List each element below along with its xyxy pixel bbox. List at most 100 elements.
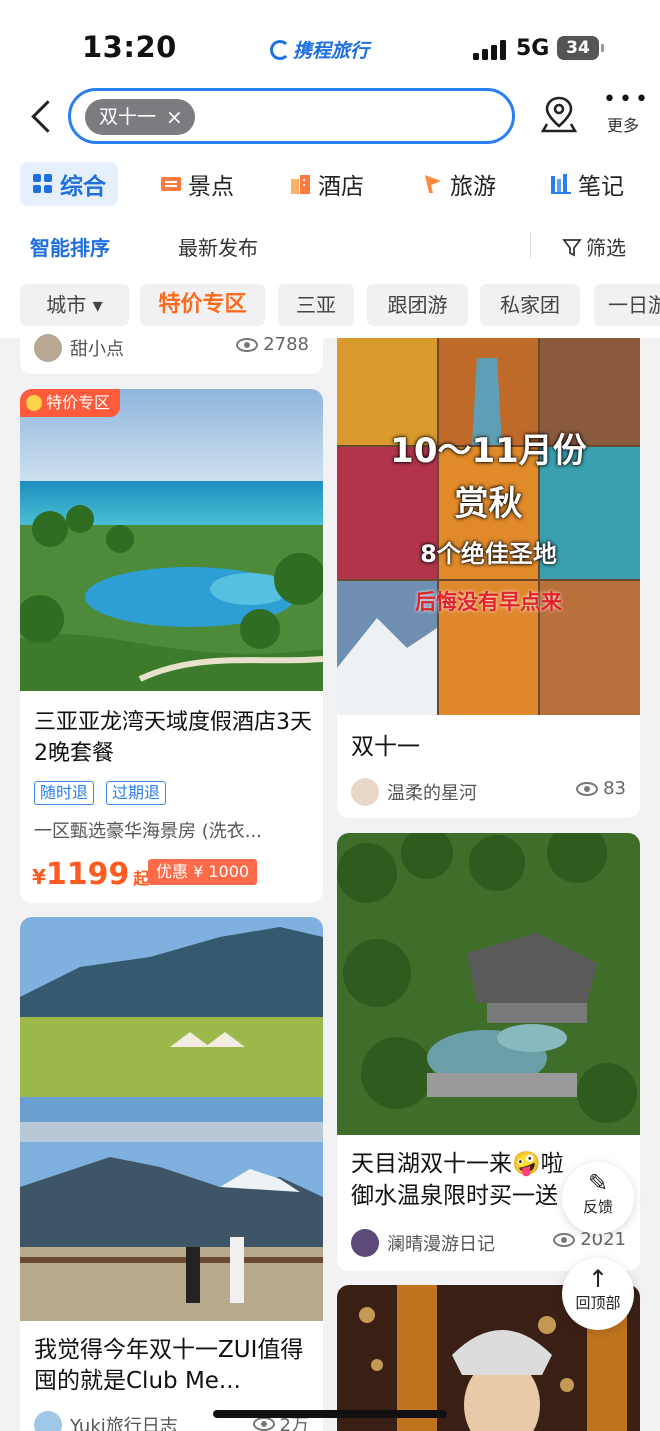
hotspring-forest-photo — [337, 833, 640, 1135]
eye-icon — [236, 337, 259, 352]
location-pin-icon[interactable] — [540, 94, 578, 134]
author-name: Yuki旅行日志 — [70, 1416, 178, 1431]
feed-card-autumn[interactable]: 10～11月份 赏秋 8个绝佳圣地 后悔没有早点来 双十一 温柔的星河 83 — [337, 338, 640, 818]
eye-icon — [576, 781, 599, 796]
filter-chip-private-tour[interactable]: 私家团 — [480, 284, 580, 326]
overlay-subtitle: 赏秋 — [454, 484, 523, 524]
back-to-top-button[interactable]: ↑ 回顶部 — [562, 1258, 634, 1330]
tab-travel[interactable]: 旅游 — [422, 162, 496, 206]
author-name: 温柔的星河 — [387, 783, 477, 804]
search-input[interactable]: 双十一 × — [68, 88, 515, 144]
avatar — [351, 1229, 379, 1257]
search-chip-label: 双十一 — [99, 106, 157, 128]
special-offer-badge: 特价专区 — [20, 389, 121, 417]
app-brand-text: 携程旅行 — [293, 40, 370, 62]
tab-notes[interactable]: 笔记 — [550, 162, 624, 206]
card-author: Yuki旅行日志 — [34, 1411, 178, 1431]
flag-icon — [425, 175, 441, 193]
view-count: 2788 — [236, 334, 309, 355]
tab-label: 综合 — [60, 174, 106, 200]
coupon-badge: 优惠 ¥ 1000 — [148, 859, 258, 885]
price-value: 1199 — [45, 857, 130, 892]
grid-icon — [33, 174, 52, 193]
view-count: 83 — [576, 778, 626, 799]
more-button[interactable]: ••• 更多 — [603, 87, 651, 142]
tab-label: 笔记 — [578, 174, 624, 200]
avatar — [351, 778, 379, 806]
arrow-up-icon: ↑ — [587, 1265, 609, 1293]
card-title: 我觉得今年双十一ZUI值得囤的就是Club Me... — [34, 1337, 304, 1394]
filter-chip-day-tour[interactable]: 一日游 — [594, 284, 660, 326]
tab-label: 景点 — [188, 174, 234, 200]
view-count-value: 2788 — [263, 334, 309, 355]
divider — [530, 232, 531, 258]
view-count-value: 83 — [603, 778, 626, 799]
tab-attractions[interactable]: 景点 — [160, 162, 234, 206]
sort-smart[interactable]: 智能排序 — [30, 232, 110, 261]
coin-icon — [26, 395, 42, 411]
avatar — [34, 1411, 62, 1431]
author-name: 澜晴漫游日记 — [387, 1234, 495, 1255]
filter-label: 筛选 — [586, 236, 626, 260]
currency-symbol: ¥ — [32, 865, 46, 889]
network-type: 5G — [516, 36, 550, 61]
filter-icon — [562, 238, 582, 256]
back-to-top-label: 回顶部 — [575, 1294, 621, 1312]
card-author: 澜晴漫游日记 — [351, 1229, 495, 1257]
special-offer-label: 特价专区 — [46, 393, 111, 412]
feed-card-stub[interactable]: 甜小点 2788 — [20, 326, 323, 374]
sort-latest[interactable]: 最新发布 — [178, 232, 258, 261]
ctrip-logo-icon — [270, 40, 290, 60]
resort-photo — [20, 389, 323, 691]
status-bar: 13:20 携程旅行 5G 34 — [0, 0, 660, 88]
overlay-line3: 8个绝佳圣地 — [420, 540, 557, 568]
edit-icon: ✎ — [587, 1169, 609, 1197]
eye-icon — [252, 1417, 275, 1431]
card-author: 甜小点 — [34, 334, 124, 362]
feed-card-hotel[interactable]: 特价专区 三亚亚龙湾天域度假酒店3天2晚套餐 随时退 过期退 一区甄选豪华海景房… — [20, 389, 323, 903]
ticket-icon — [161, 177, 181, 191]
card-title: 三亚亚龙湾天域度假酒店3天2晚套餐 — [34, 710, 312, 766]
feed-card-lijiang[interactable]: 我觉得今年双十一ZUI值得囤的就是Club Me... Yuki旅行日志 2万 — [20, 917, 323, 1431]
search-keyword-chip[interactable]: 双十一 × — [85, 99, 195, 135]
app-brand: 携程旅行 — [270, 36, 369, 63]
category-tabs: 综合 景点 酒店 旅游 笔记 — [0, 154, 660, 214]
tab-label: 旅游 — [450, 174, 496, 200]
filter-chip-special-offer[interactable]: 特价专区 — [140, 284, 265, 326]
building-icon — [291, 175, 310, 194]
back-button[interactable] — [26, 96, 60, 136]
feedback-button[interactable]: ✎ 反馈 — [562, 1162, 634, 1234]
refund-tag: 随时退 — [34, 781, 95, 805]
status-time: 13:20 — [82, 30, 177, 64]
filter-chip-city[interactable]: 城市 ▾ — [20, 284, 129, 326]
filter-chip-sanya[interactable]: 三亚 — [278, 284, 354, 326]
eye-icon — [553, 1232, 576, 1247]
autumn-collage-photo — [337, 338, 640, 715]
tab-comprehensive[interactable]: 综合 — [20, 162, 118, 206]
signal-icon — [473, 40, 507, 60]
card-author: 温柔的星河 — [351, 778, 477, 806]
price: ¥1199 起 — [32, 857, 149, 892]
expire-refund-tag: 过期退 — [106, 781, 167, 805]
filter-button[interactable]: 筛选 — [562, 232, 626, 261]
more-label: 更多 — [606, 116, 639, 135]
search-header: 双十一 × ••• 更多 — [0, 88, 660, 154]
tab-hotels[interactable]: 酒店 — [290, 162, 364, 206]
overlay-line4: 后悔没有早点来 — [415, 590, 562, 614]
tab-label: 酒店 — [318, 174, 364, 200]
card-title-line1: 天目湖双十一来🤪啦 — [351, 1151, 564, 1177]
card-title-line2: 御水温泉限时买一送 — [351, 1183, 558, 1209]
notes-icon — [551, 174, 571, 194]
battery-icon: 34 — [557, 36, 604, 60]
mountain-meadow-photo — [20, 917, 323, 1321]
close-icon[interactable]: × — [166, 99, 183, 135]
author-name: 甜小点 — [70, 339, 124, 360]
feedback-label: 反馈 — [582, 1198, 613, 1216]
card-title: 双十一 — [351, 734, 420, 760]
home-indicator — [213, 1410, 447, 1418]
overlay-title: 10～11月份 — [390, 431, 587, 471]
filter-chip-group-tour[interactable]: 跟团游 — [367, 284, 468, 326]
avatar — [34, 334, 62, 362]
more-dots-icon: ••• — [603, 87, 651, 112]
card-description: 一区甄选豪华海景房 (洗衣... — [34, 821, 262, 842]
